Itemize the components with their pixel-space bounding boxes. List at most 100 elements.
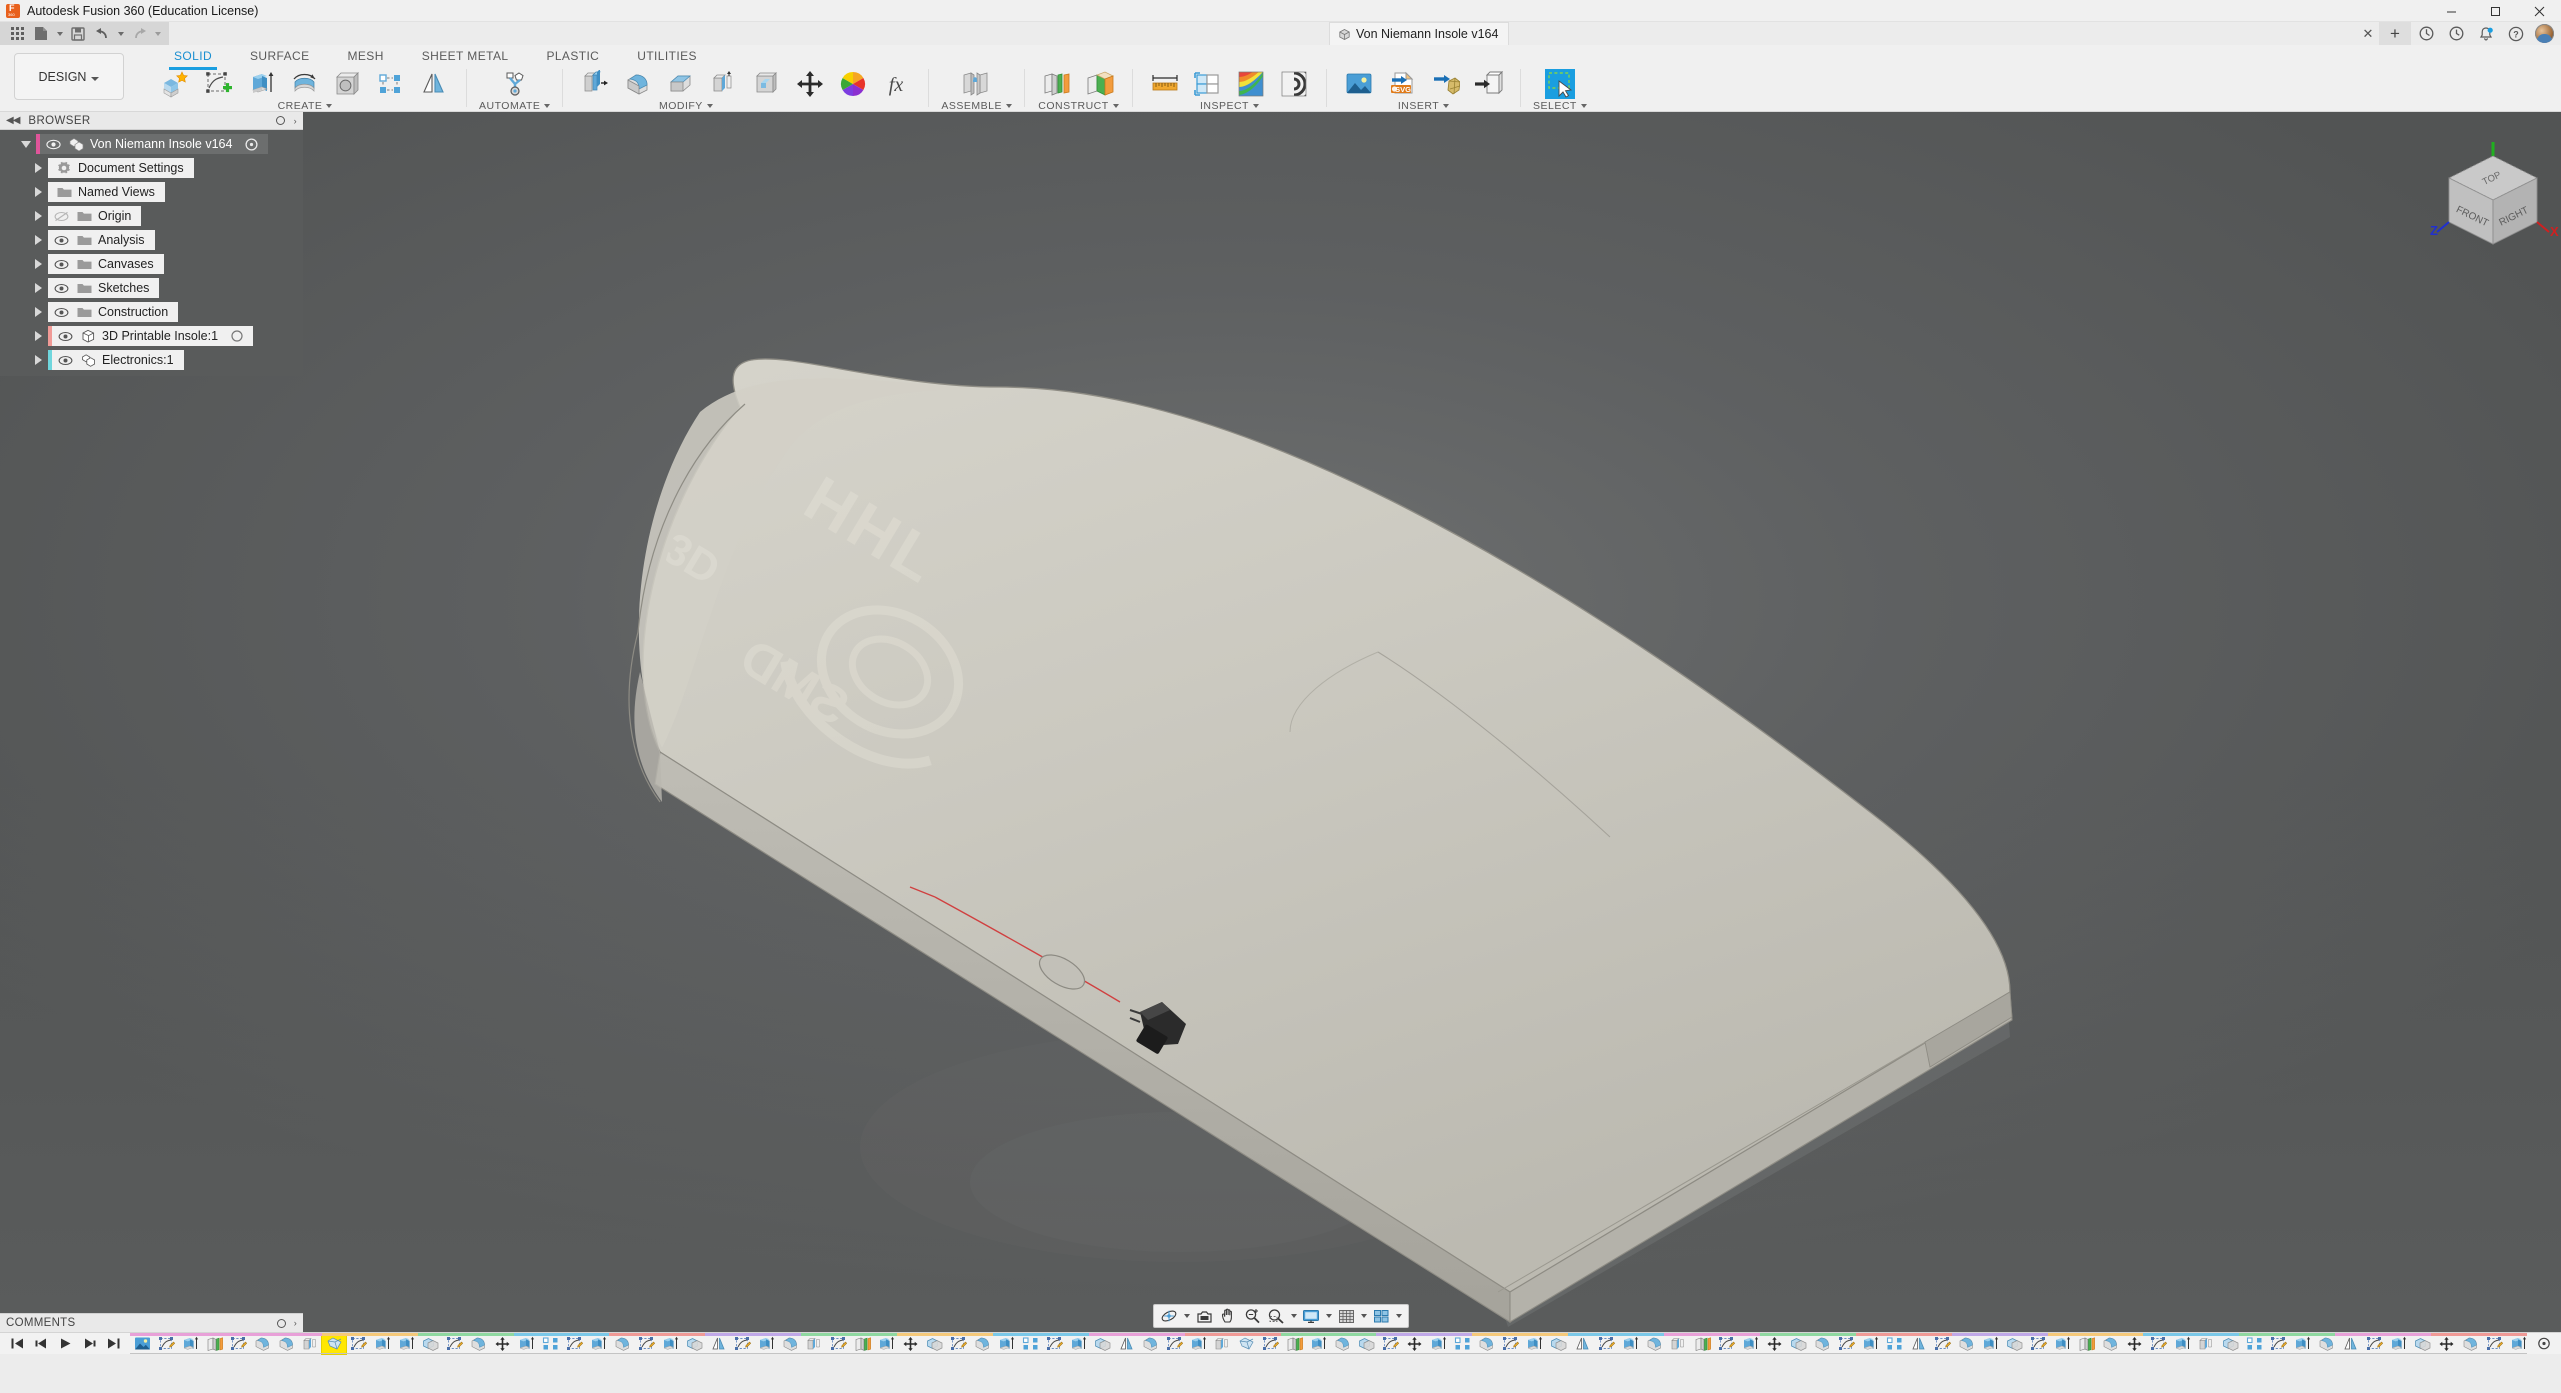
go-to-beginning-icon[interactable] [6, 1334, 28, 1354]
timeline-feature-plane-icon[interactable] [1282, 1334, 1306, 1354]
bell-icon[interactable] [2471, 22, 2501, 45]
timeline-feature-extrude-icon[interactable] [1522, 1334, 1546, 1354]
group-label-select[interactable]: SELECT [1533, 100, 1587, 112]
tree-item-root[interactable]: Von Niemann Insole v164 [0, 132, 303, 156]
timeline-feature-move-icon[interactable] [490, 1334, 514, 1354]
fillet-icon[interactable] [618, 68, 658, 100]
close-tab-icon[interactable]: ✕ [2357, 22, 2379, 45]
timeline-feature-move-icon[interactable] [2122, 1334, 2146, 1354]
insert-mesh-icon[interactable] [1425, 68, 1465, 100]
timeline-feature-sketch-icon[interactable] [730, 1334, 754, 1354]
move-copy-icon[interactable] [790, 68, 830, 100]
group-label-insert[interactable]: INSERT [1398, 100, 1449, 112]
timeline-feature-shell-icon[interactable] [1666, 1334, 1690, 1354]
timeline-feature-loft-icon[interactable] [1234, 1334, 1258, 1354]
timeline-feature-fillet-icon[interactable] [2314, 1334, 2338, 1354]
extrude-icon[interactable] [242, 68, 282, 100]
timeline-feature-sketch-icon[interactable] [2482, 1334, 2506, 1354]
tab-solid[interactable]: SOLID [155, 45, 231, 70]
collapse-panel-icon[interactable]: ◀◀ [6, 115, 20, 126]
timeline-feature-fillet-icon[interactable] [610, 1334, 634, 1354]
timeline-feature-extrude-icon[interactable] [2386, 1334, 2410, 1354]
tab-utilities[interactable]: UTILITIES [618, 45, 716, 67]
timeline-feature-shell-icon[interactable] [298, 1334, 322, 1354]
chevron-right-icon[interactable]: › [294, 116, 297, 126]
grid-snaps-icon[interactable] [1335, 1305, 1358, 1327]
timeline-feature-sketch-icon[interactable] [826, 1334, 850, 1354]
expand-arrow[interactable] [28, 228, 48, 252]
orbit-icon[interactable] [1158, 1305, 1181, 1327]
timeline-feature-sketch-icon[interactable] [1042, 1334, 1066, 1354]
timeline-feature-combine-icon[interactable] [418, 1334, 442, 1354]
document-tab[interactable]: Von Niemann Insole v164 [1329, 22, 1510, 45]
timeline-feature-loft-icon[interactable] [321, 1332, 347, 1355]
timeline-feature-combine-icon[interactable] [2002, 1334, 2026, 1354]
expand-arrow[interactable] [28, 276, 48, 300]
timeline-feature-extrude-icon[interactable] [1066, 1334, 1090, 1354]
view-cube[interactable]: TOP FRONT RIGHT Z X [2421, 140, 2559, 250]
timeline-feature-extrude-icon[interactable] [1978, 1334, 2002, 1354]
tree-item-named-views[interactable]: Named Views [0, 180, 303, 204]
select-window-icon[interactable] [1541, 68, 1579, 100]
tab-plastic[interactable]: PLASTIC [527, 45, 618, 67]
tab-surface[interactable]: SURFACE [231, 45, 328, 67]
grid-snaps-dropdown[interactable] [1359, 1305, 1369, 1327]
insert-canvas-icon[interactable] [1339, 68, 1379, 100]
step-forward-icon[interactable] [78, 1334, 100, 1354]
timeline-feature-sketch-icon[interactable] [2362, 1334, 2386, 1354]
timeline-feature-sketch-icon[interactable] [1162, 1334, 1186, 1354]
expand-arrow[interactable] [28, 156, 48, 180]
go-to-end-icon[interactable] [102, 1334, 124, 1354]
maximize-button[interactable] [2473, 0, 2517, 22]
group-label-assemble[interactable]: ASSEMBLE [941, 100, 1012, 112]
timeline-feature-extrude-icon[interactable] [2170, 1334, 2194, 1354]
timeline-feature-fillet-icon[interactable] [970, 1334, 994, 1354]
mirror-icon[interactable] [414, 68, 454, 100]
timeline-feature-shell-icon[interactable] [1210, 1334, 1234, 1354]
tree-item-origin[interactable]: Origin [0, 204, 303, 228]
save-icon[interactable] [67, 23, 89, 44]
timeline-feature-mirror-icon[interactable] [706, 1334, 730, 1354]
timeline-feature-extrude-icon[interactable] [1186, 1334, 1210, 1354]
recent-icon[interactable] [2441, 22, 2471, 45]
step-back-icon[interactable] [30, 1334, 52, 1354]
group-label-automate[interactable]: AUTOMATE [479, 100, 550, 112]
viewports-icon[interactable] [1370, 1305, 1393, 1327]
timeline-feature-combine-icon[interactable] [2410, 1334, 2434, 1354]
visibility-icon[interactable] [53, 233, 70, 247]
timeline-feature-move-icon[interactable] [2434, 1334, 2458, 1354]
timeline-feature-extrude-icon[interactable] [1306, 1334, 1330, 1354]
timeline-feature-sketch-icon[interactable] [946, 1334, 970, 1354]
job-status-icon[interactable] [2411, 22, 2441, 45]
tree-item-analysis[interactable]: Analysis [0, 228, 303, 252]
automate-icon[interactable] [495, 68, 535, 100]
timeline-feature-extrude-icon[interactable] [1738, 1334, 1762, 1354]
tree-item-sketches[interactable]: Sketches [0, 276, 303, 300]
timeline-feature-combine-icon[interactable] [682, 1334, 706, 1354]
timeline-feature-extrude-icon[interactable] [586, 1334, 610, 1354]
timeline-feature-move-icon[interactable] [898, 1334, 922, 1354]
timeline-feature-fillet-icon[interactable] [2098, 1334, 2122, 1354]
expand-arrow[interactable] [28, 204, 48, 228]
timeline-feature-mirror-icon[interactable] [2338, 1334, 2362, 1354]
timeline-feature-extrude-icon[interactable] [2050, 1334, 2074, 1354]
group-label-modify[interactable]: MODIFY [659, 100, 713, 112]
timeline-feature-plane-icon[interactable] [1690, 1334, 1714, 1354]
timeline-feature-sketch-icon[interactable] [1498, 1334, 1522, 1354]
redo-dropdown[interactable] [152, 23, 163, 44]
chevron-right-icon[interactable]: › [294, 1318, 297, 1328]
timeline-feature-extrude-icon[interactable] [394, 1334, 418, 1354]
timeline-feature-sketch-icon[interactable] [346, 1334, 370, 1354]
timeline-feature-extrude-icon[interactable] [2506, 1334, 2527, 1354]
timeline-feature-canvas-icon[interactable] [130, 1334, 154, 1354]
redo-icon[interactable] [128, 23, 150, 44]
timeline-feature-combine-icon[interactable] [2218, 1334, 2242, 1354]
fit-icon[interactable] [1265, 1305, 1288, 1327]
draft-icon[interactable] [747, 68, 787, 100]
timeline-feature-sketch-icon[interactable] [1714, 1334, 1738, 1354]
visibility-off-icon[interactable] [53, 209, 70, 223]
new-tab-icon[interactable]: + [2379, 22, 2411, 45]
timeline-feature-sketch-icon[interactable] [1378, 1334, 1402, 1354]
timeline-feature-fillet-icon[interactable] [1954, 1334, 1978, 1354]
fit-dropdown[interactable] [1289, 1305, 1299, 1327]
